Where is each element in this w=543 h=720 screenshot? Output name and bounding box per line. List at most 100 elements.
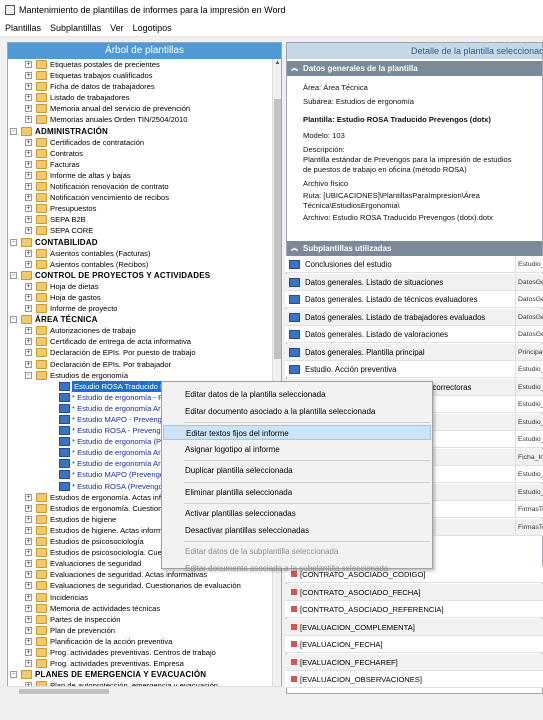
menu-plantillas[interactable]: Plantillas xyxy=(2,23,44,33)
subtemplate-row[interactable]: Datos generales. Listado de valoraciones… xyxy=(285,326,543,343)
menu-subplantillas[interactable]: Subplantillas xyxy=(47,23,104,33)
tree-category-item[interactable]: - ÁREA TÉCNICA xyxy=(8,314,278,325)
context-menu-item[interactable]: Editar datos de la plantilla seleccionad… xyxy=(163,387,431,402)
tree-folder-item[interactable]: + Etiquetas postales de precientes xyxy=(8,59,278,70)
subtemplate-row[interactable]: Datos generales. Listado de situaciones D… xyxy=(285,273,543,291)
tree-folder-item[interactable]: + Hoja de dietas xyxy=(8,281,278,292)
tree-folder-item[interactable]: + Partes de inspección xyxy=(8,614,278,625)
expand-icon[interactable]: + xyxy=(25,160,32,168)
tree-folder-item[interactable]: + SEPA B2B xyxy=(8,214,278,225)
tree-folder-item[interactable]: + SEPA CORE xyxy=(8,225,278,236)
tree-category-item[interactable]: - CONTABILIDAD xyxy=(8,237,278,248)
field-row[interactable]: [EVALUACION_FECHA] xyxy=(285,636,543,653)
subtemplate-row[interactable]: Conclusiones del estudio Estudio_ xyxy=(285,256,543,273)
tree-folder-item[interactable]: + Incidencias xyxy=(8,592,278,603)
tree-folder-item[interactable]: + Informe de proyecto xyxy=(8,303,278,314)
tree-folder-item[interactable]: + Declaración de EPIs. Por trabajador xyxy=(8,359,278,370)
expand-icon[interactable]: + xyxy=(25,526,32,534)
tree-folder-item[interactable]: + Presupuestos xyxy=(8,203,278,214)
tree-folder-item[interactable]: + Autorizaciones de trabajo xyxy=(8,325,278,336)
tree-folder-item[interactable]: + Informe de altas y bajas xyxy=(8,170,278,181)
expand-icon[interactable]: + xyxy=(25,205,32,213)
template-tree[interactable]: + Etiquetas postales de precientes + Etique… xyxy=(8,59,278,695)
collapse-icon[interactable]: - xyxy=(10,238,17,246)
expand-icon[interactable]: + xyxy=(25,227,32,235)
tree-folder-item[interactable]: + Declaración de EPIs. Por puesto de trab… xyxy=(8,347,278,358)
expand-icon[interactable]: + xyxy=(25,549,32,557)
expand-icon[interactable]: + xyxy=(25,660,32,668)
tree-folder-item[interactable]: + Etiquetas trabajos cualificados xyxy=(8,70,278,81)
collapse-icon[interactable]: - xyxy=(10,671,17,679)
expand-icon[interactable]: + xyxy=(25,560,32,568)
expand-icon[interactable]: + xyxy=(25,515,32,523)
subtemplate-row[interactable]: Estudio. Acción preventiva Estudio_ xyxy=(285,361,543,378)
subtemplates-section-header[interactable]: ︽ Subplantillas utilizadas xyxy=(287,241,542,256)
context-menu-item[interactable]: Eliminar plantilla seleccionada xyxy=(163,485,431,500)
expand-icon[interactable]: + xyxy=(25,116,32,124)
expand-icon[interactable]: + xyxy=(25,504,32,512)
tree-folder-item[interactable]: + Notificación vencimiento de recibos xyxy=(8,192,278,203)
hscroll-thumb[interactable] xyxy=(19,689,109,694)
collapse-icon[interactable]: - xyxy=(10,316,17,324)
collapse-chevron-icon[interactable]: ︽ xyxy=(291,61,298,76)
tree-folder-item[interactable]: + Memoria anual del servicio de prevenció… xyxy=(8,103,278,114)
expand-icon[interactable]: + xyxy=(25,260,32,268)
tree-folder-item[interactable]: + Prog. actividades preventivas. Centros … xyxy=(8,647,278,658)
expand-icon[interactable]: + xyxy=(25,582,32,590)
expand-icon[interactable]: + xyxy=(25,72,32,80)
context-menu-item[interactable]: Asignar logotipo al informe xyxy=(163,442,431,457)
tree-folder-item[interactable]: + Ficha de datos de trabajadores xyxy=(8,81,278,92)
expand-icon[interactable]: + xyxy=(25,571,32,579)
expand-icon[interactable]: + xyxy=(25,626,32,634)
context-menu-item[interactable]: Activar plantillas seleccionadas xyxy=(163,506,431,521)
menu-logotipos[interactable]: Logotipos xyxy=(130,23,175,33)
tree-hscrollbar[interactable] xyxy=(7,686,282,695)
expand-icon[interactable]: + xyxy=(25,493,32,501)
expand-icon[interactable]: + xyxy=(25,293,32,301)
subtemplate-row[interactable]: Datos generales. Plantilla principal Prin… xyxy=(285,343,543,361)
tree-folder-item[interactable]: + Planificación de la acción preventiva xyxy=(8,636,278,647)
expand-icon[interactable]: + xyxy=(25,305,32,313)
scroll-up-icon[interactable]: ▲ xyxy=(274,60,281,67)
field-row[interactable]: [CONTRATO_ASOCIADO_REFERENCIA] xyxy=(285,601,543,618)
field-row[interactable]: [EVALUACION_COMPLEMENTA] xyxy=(285,618,543,636)
context-menu-item[interactable]: Duplicar plantilla seleccionada xyxy=(163,463,431,478)
field-row[interactable]: [CONTRATO_ASOCIADO_FECHA] xyxy=(285,583,543,601)
field-row[interactable]: [EVALUACION_FECHAREF] xyxy=(285,653,543,671)
tree-folder-item[interactable]: + Certificado de entrega de acta informat… xyxy=(8,336,278,347)
tree-folder-item[interactable]: + Contratos xyxy=(8,148,278,159)
collapse-icon[interactable]: - xyxy=(25,371,32,379)
tree-folder-item[interactable]: + Notificación renovación de contrato xyxy=(8,181,278,192)
tree-category-item[interactable]: - ADMINISTRACIÓN xyxy=(8,126,278,137)
expand-icon[interactable]: + xyxy=(25,604,32,612)
expand-icon[interactable]: + xyxy=(25,149,32,157)
tree-folder-item[interactable]: + Facturas xyxy=(8,159,278,170)
expand-icon[interactable]: + xyxy=(25,349,32,357)
expand-icon[interactable]: + xyxy=(25,338,32,346)
collapse-icon[interactable]: - xyxy=(10,127,17,135)
tree-folder-item[interactable]: + Evaluaciones de seguridad. Cuestionario… xyxy=(8,580,278,591)
tree-folder-item[interactable]: + Plan de prevención xyxy=(8,625,278,636)
tree-category-item[interactable]: - PLANES DE EMERGENCIA Y EVACUACIÓN xyxy=(8,669,278,680)
tree-folder-item[interactable]: + Asientos contables (Recibos) xyxy=(8,259,278,270)
expand-icon[interactable]: + xyxy=(25,61,32,68)
expand-icon[interactable]: + xyxy=(25,83,32,91)
tree-folder-item[interactable]: + Certificados de contratación xyxy=(8,137,278,148)
tree-category-item[interactable]: - CONTROL DE PROYECTOS Y ACTIVIDADES xyxy=(8,270,278,281)
menu-ver[interactable]: Ver xyxy=(107,23,127,33)
expand-icon[interactable]: + xyxy=(25,538,32,546)
expand-icon[interactable]: + xyxy=(25,105,32,113)
tree-folder-item[interactable]: + Hoja de gastos xyxy=(8,292,278,303)
subtemplate-row[interactable]: Datos generales. Listado de trabajadores… xyxy=(285,308,543,326)
expand-icon[interactable]: + xyxy=(25,615,32,623)
scroll-thumb[interactable] xyxy=(274,99,281,359)
expand-icon[interactable]: + xyxy=(25,183,32,191)
tree-scrollbar[interactable]: ▲ ▼ xyxy=(272,59,281,695)
collapse-chevron-icon[interactable]: ︽ xyxy=(291,241,298,256)
expand-icon[interactable]: + xyxy=(25,194,32,202)
expand-icon[interactable]: + xyxy=(25,216,32,224)
expand-icon[interactable]: + xyxy=(25,648,32,656)
expand-icon[interactable]: + xyxy=(25,138,32,146)
expand-icon[interactable]: + xyxy=(25,637,32,645)
tree-folder-item[interactable]: + Memorias anuales Orden TIN/2504/2010 xyxy=(8,114,278,125)
